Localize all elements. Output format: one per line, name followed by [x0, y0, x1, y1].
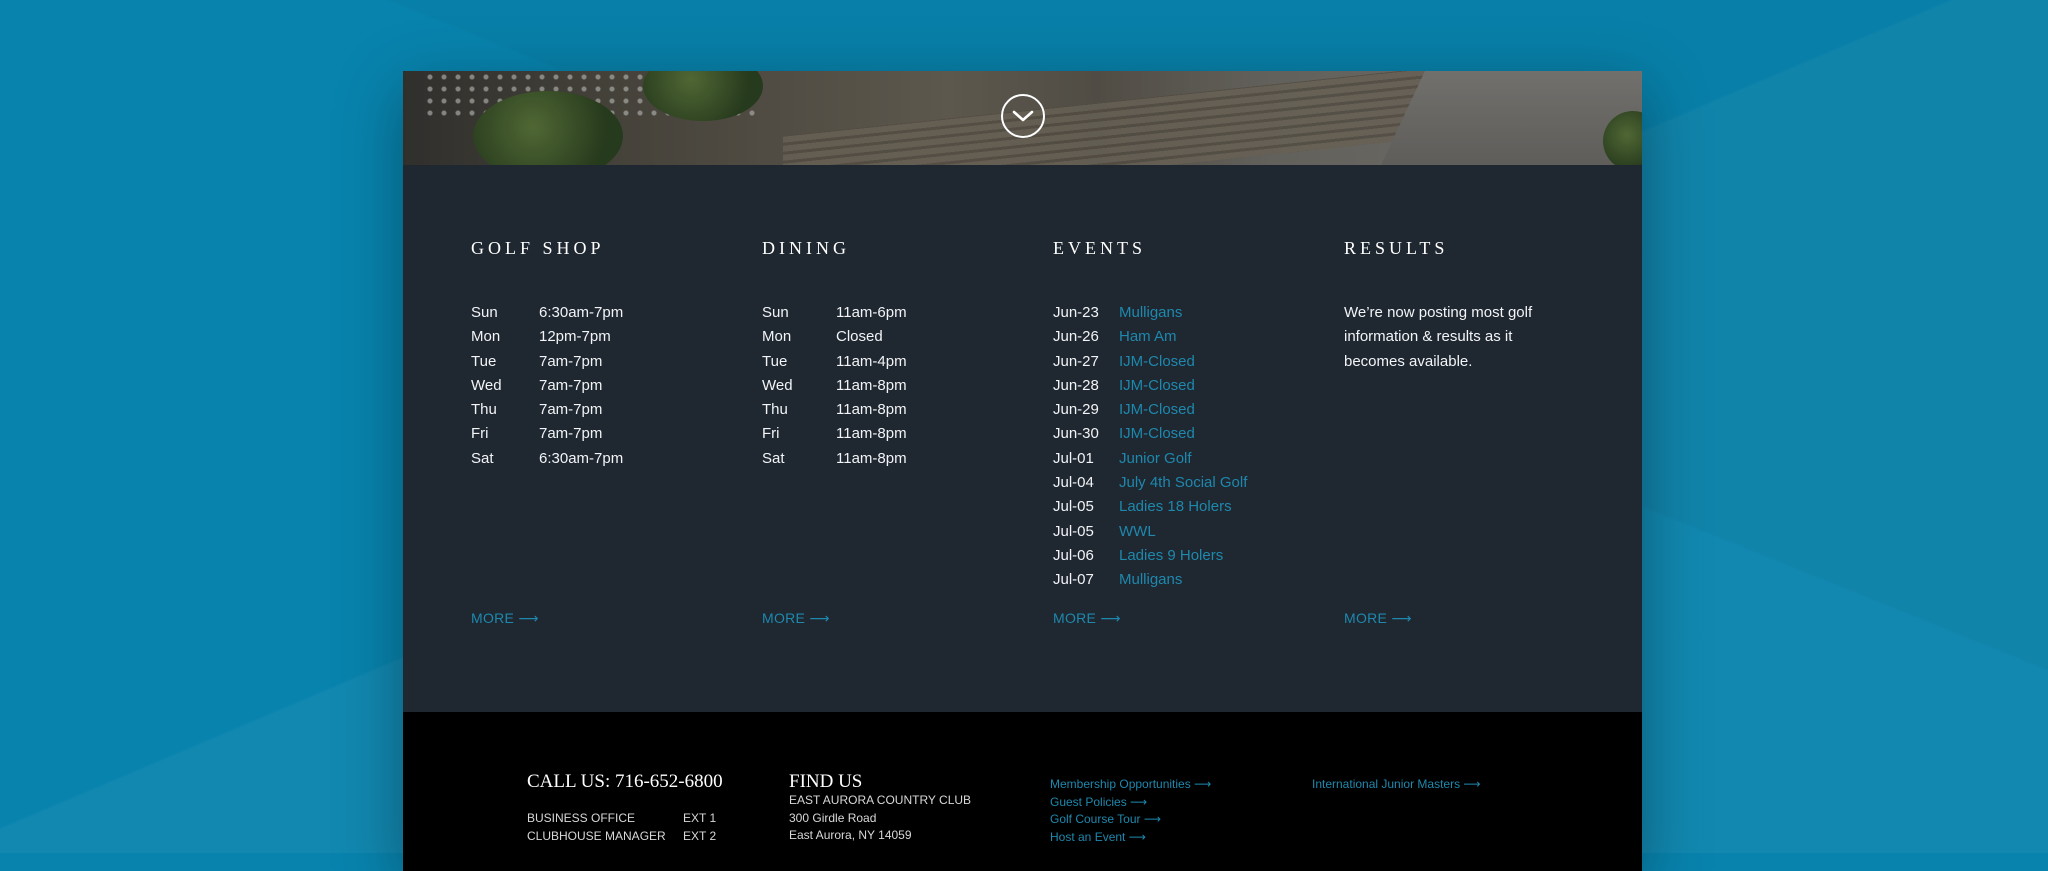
event-row: Jun-30 IJM-Closed: [1053, 422, 1247, 446]
hours-row: Sun 6:30am-7pm: [471, 304, 624, 321]
host-event-link[interactable]: Host an Event ⟶: [1050, 829, 1211, 847]
golf-shop-title: GOLF SHOP: [471, 238, 605, 258]
hours-row: Fri 7am-7pm: [471, 425, 603, 443]
call-us-title: CALL US: 716-652-6800: [527, 771, 723, 792]
hours-row: Sun 11am-6pm: [762, 304, 907, 321]
address: EAST AURORA COUNTRY CLUB 300 Girdle Road…: [789, 792, 971, 845]
chevron-down-icon: [1012, 110, 1034, 122]
membership-link[interactable]: Membership Opportunities ⟶: [1050, 776, 1211, 794]
results-title: RESULTS: [1344, 238, 1449, 258]
extension-row: BUSINESS OFFICE EXT 1: [527, 811, 717, 825]
golf-shop-more-link[interactable]: MORE ⟶: [471, 610, 539, 627]
dining-more-link[interactable]: MORE ⟶: [762, 610, 830, 627]
event-link[interactable]: IJM-Closed: [1119, 398, 1195, 422]
event-link[interactable]: WWL: [1119, 520, 1156, 544]
hours-row: Tue 11am-4pm: [762, 352, 907, 370]
hours-row: Wed 7am-7pm: [471, 376, 603, 394]
info-section: GOLF SHOP Sun 6:30am-7pm Mon 12pm-7pm Tue 7…: [403, 165, 1642, 712]
hours-row: Thu 7am-7pm: [471, 401, 603, 419]
event-row: Jun-23 Mulligans: [1053, 301, 1247, 325]
events-title: EVENTS: [1053, 238, 1146, 258]
dining-hours: Sun 11am-6pm Mon Closed Tue 11am-4pm Wed 11a…: [762, 301, 907, 471]
find-us-title: FIND US: [789, 771, 863, 792]
extension-row: CLUBHOUSE MANAGER EXT 2: [527, 828, 717, 843]
event-row: Jul-06 Ladies 9 Holers: [1053, 544, 1247, 568]
event-link[interactable]: Mulligans: [1119, 301, 1182, 325]
address-line: 300 Girdle Road: [789, 810, 877, 825]
hours-row: Tue 7am-7pm: [471, 352, 603, 370]
hours-row: Mon Closed: [762, 328, 883, 346]
event-link[interactable]: Ham Am: [1119, 325, 1177, 349]
hours-row: Wed 11am-8pm: [762, 376, 907, 394]
hours-row: Mon 12pm-7pm: [471, 328, 611, 346]
footer: CALL US: 716-652-6800 BUSINESS OFFICE EXT…: [403, 712, 1642, 871]
event-link[interactable]: Junior Golf: [1119, 447, 1192, 471]
address-line: East Aurora, NY 14059: [789, 828, 912, 842]
event-link[interactable]: IJM-Closed: [1119, 350, 1195, 374]
event-row: Jun-29 IJM-Closed: [1053, 398, 1247, 422]
dining-title: DINING: [762, 238, 850, 258]
course-tour-link[interactable]: Golf Course Tour ⟶: [1050, 811, 1211, 829]
events-more-link[interactable]: MORE ⟶: [1053, 610, 1121, 627]
event-row: Jun-26 Ham Am: [1053, 325, 1247, 349]
page-container: GOLF SHOP Sun 6:30am-7pm Mon 12pm-7pm Tue 7…: [403, 71, 1642, 871]
event-row: Jul-07 Mulligans: [1053, 568, 1247, 592]
event-link[interactable]: IJM-Closed: [1119, 422, 1195, 446]
hero-image: [403, 71, 1642, 165]
events-list: Jun-23 Mulligans Jun-26 Ham Am Jun-27 IJM-C…: [1053, 301, 1247, 593]
hours-row: Fri 11am-8pm: [762, 425, 907, 443]
scroll-down-button[interactable]: [1001, 94, 1045, 138]
results-more-link[interactable]: MORE ⟶: [1344, 610, 1412, 627]
event-link[interactable]: July 4th Social Golf: [1119, 471, 1247, 495]
junior-masters-link[interactable]: International Junior Masters ⟶: [1312, 776, 1481, 794]
event-row: Jul-05 WWL: [1053, 520, 1247, 544]
event-link[interactable]: Ladies 18 Holers: [1119, 495, 1232, 519]
event-link[interactable]: Mulligans: [1119, 568, 1182, 592]
hours-row: Thu 11am-8pm: [762, 401, 907, 419]
event-row: Jun-28 IJM-Closed: [1053, 374, 1247, 398]
hours-row: Sat 6:30am-7pm: [471, 449, 624, 467]
address-line: EAST AURORA COUNTRY CLUB: [789, 793, 972, 807]
event-link[interactable]: IJM-Closed: [1119, 374, 1195, 398]
event-row: Jun-27 IJM-Closed: [1053, 350, 1247, 374]
event-row: Jul-04 July 4th Social Golf: [1053, 471, 1247, 495]
guest-policies-link[interactable]: Guest Policies ⟶: [1050, 794, 1211, 812]
event-row: Jul-01 Junior Golf: [1053, 447, 1247, 471]
results-description: We’re now posting most golf information …: [1344, 304, 1533, 370]
golf-shop-hours: Sun 6:30am-7pm Mon 12pm-7pm Tue 7am-7pm Wed…: [471, 301, 623, 471]
hours-row: Sat 11am-8pm: [762, 449, 907, 467]
event-row: Jul-05 Ladies 18 Holers: [1053, 495, 1247, 519]
event-link[interactable]: Ladies 9 Holers: [1119, 544, 1223, 568]
